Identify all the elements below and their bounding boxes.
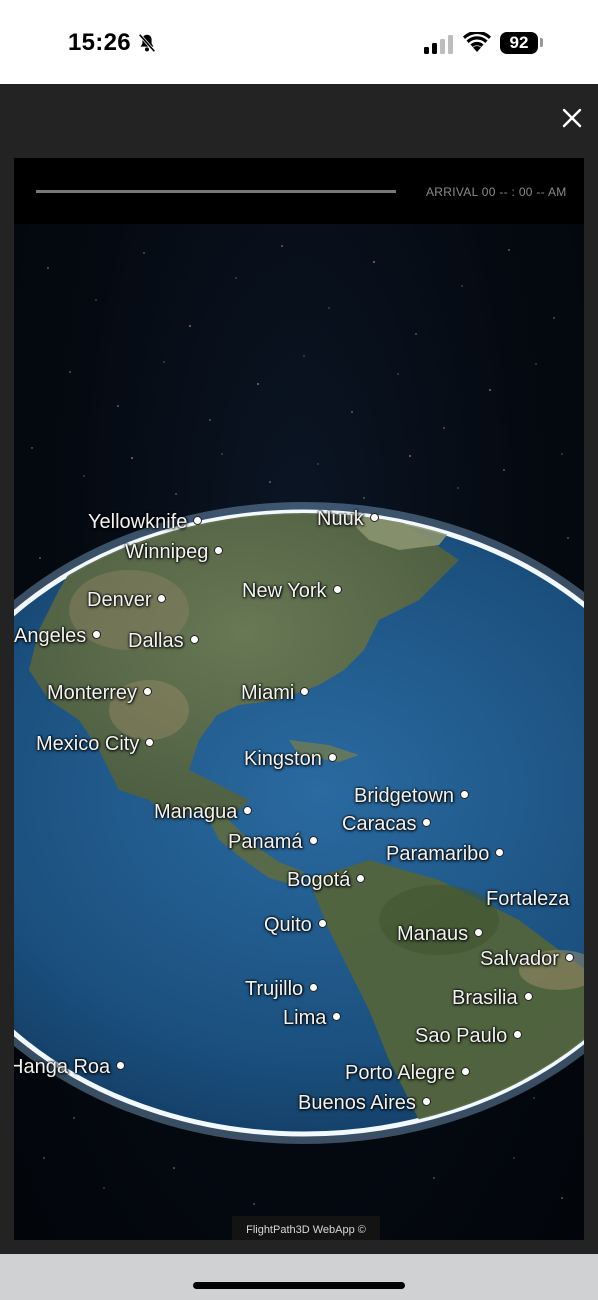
flight-info-bar: ARRIVAL 00 -- : 00 -- AM — [14, 158, 584, 224]
city-label[interactable]: Denver — [87, 589, 167, 612]
city-label[interactable]: Hanga Roa — [14, 1056, 126, 1079]
city-label[interactable]: Buenos Aires — [298, 1092, 431, 1115]
app-credit: FlightPath3D WebApp © — [232, 1216, 380, 1240]
flight-progress-bar — [36, 190, 396, 193]
arrival-time: ARRIVAL 00 -- : 00 -- AM — [426, 185, 567, 199]
city-label[interactable]: Mexico City — [36, 733, 155, 756]
city-label[interactable]: Paramaribo — [386, 843, 505, 866]
city-label[interactable]: Angeles — [14, 625, 102, 648]
city-label[interactable]: Lima — [283, 1007, 342, 1030]
status-bar: 15:26 92 — [0, 0, 598, 84]
battery-icon: 92 — [500, 32, 538, 54]
city-label[interactable]: Dallas — [128, 630, 199, 653]
city-label[interactable]: Manaus — [397, 923, 484, 946]
city-label[interactable]: Nuuk — [317, 508, 379, 531]
city-label[interactable]: Porto Alegre — [345, 1062, 471, 1085]
cellular-signal-icon — [424, 34, 454, 59]
city-label[interactable]: Kingston — [244, 748, 337, 771]
city-label[interactable]: Bogotá — [287, 869, 366, 892]
city-label[interactable]: Winnipeg — [125, 541, 224, 564]
city-label[interactable]: Sao Paulo — [415, 1025, 523, 1048]
city-label[interactable]: Yellowknife — [88, 511, 203, 534]
bell-slash-icon — [136, 32, 158, 59]
city-label[interactable]: Miami — [241, 682, 310, 705]
city-label[interactable]: Caracas — [342, 813, 432, 836]
city-label[interactable]: Panamá — [228, 831, 318, 854]
close-icon[interactable] — [558, 104, 586, 132]
city-label[interactable]: New York — [242, 580, 342, 603]
city-label[interactable]: Managua — [154, 801, 253, 824]
status-time: 15:26 — [68, 29, 131, 56]
city-label[interactable]: Monterrey — [47, 682, 153, 705]
city-label[interactable]: Brasilia — [452, 987, 533, 1010]
home-indicator[interactable] — [193, 1282, 405, 1289]
city-label[interactable]: Bridgetown — [354, 785, 470, 808]
wifi-icon — [463, 30, 491, 59]
city-label[interactable]: Trujillo — [245, 978, 319, 1001]
flight-map-viewer[interactable]: ARRIVAL 00 -- : 00 -- AM Yellowknife Nuu… — [14, 158, 584, 1240]
home-indicator-area — [0, 1254, 598, 1300]
city-label[interactable]: Fortaleza — [486, 888, 569, 911]
battery-cap — [540, 38, 543, 47]
city-label[interactable]: Salvador — [480, 948, 574, 971]
city-label[interactable]: Quito — [264, 914, 327, 937]
